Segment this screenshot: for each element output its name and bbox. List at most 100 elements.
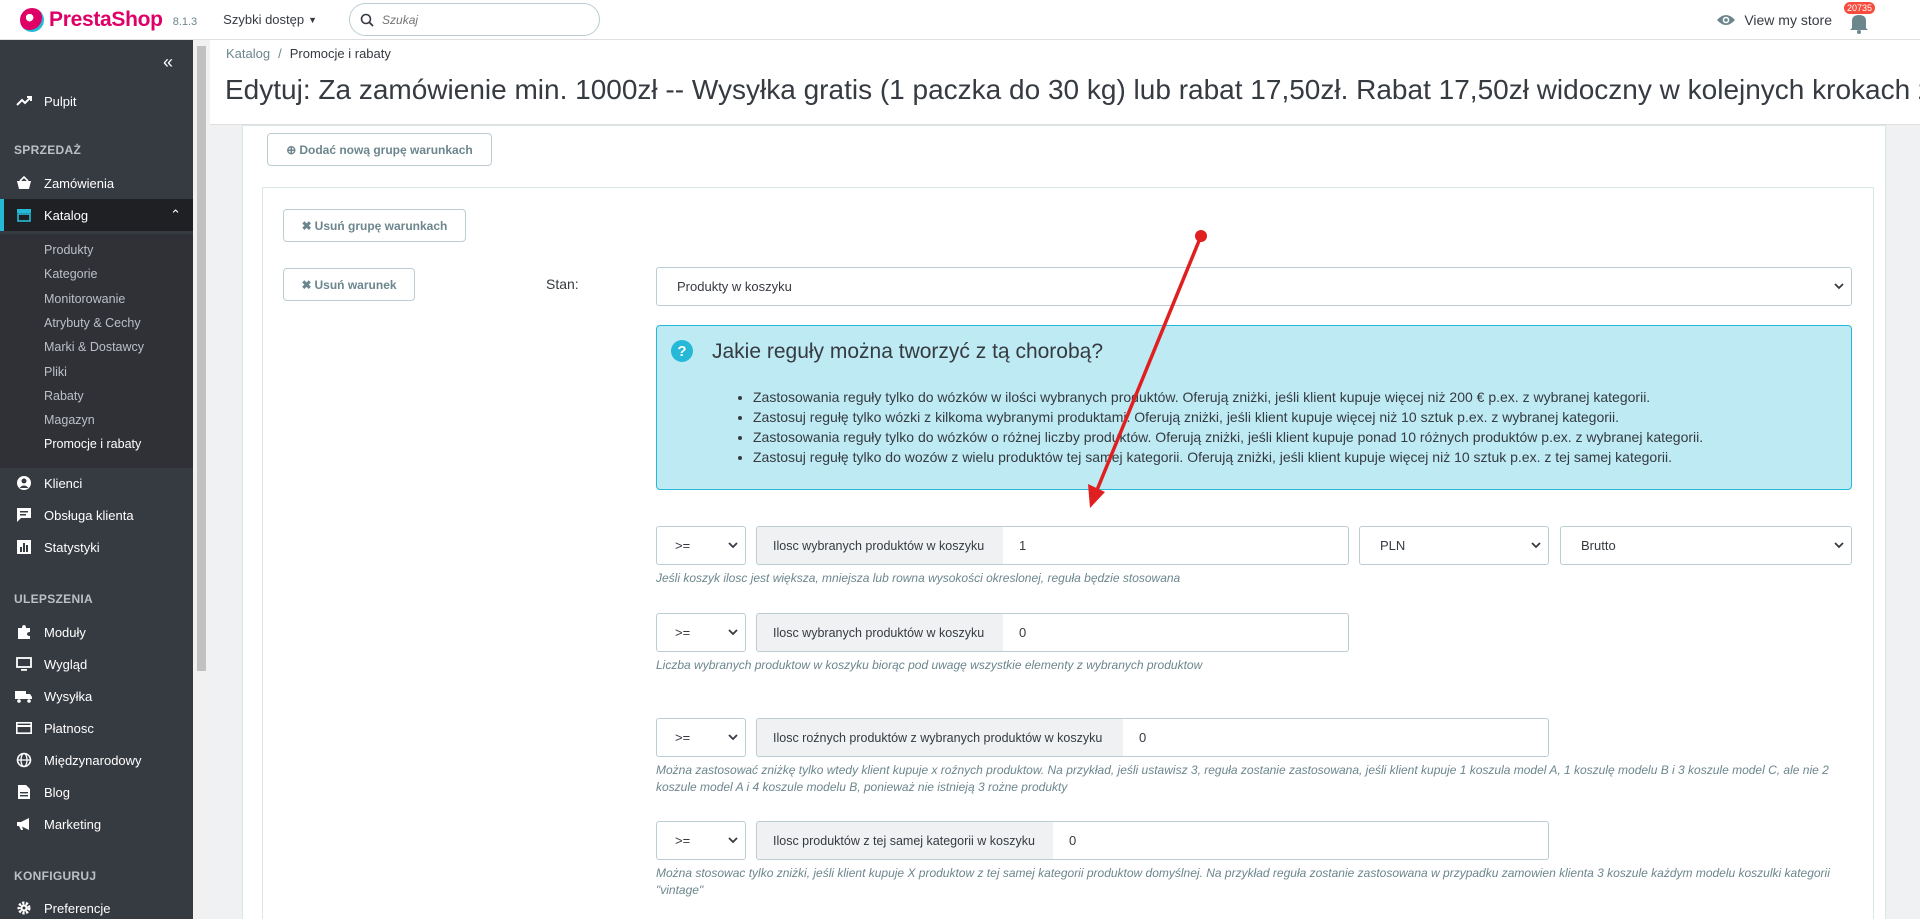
select-value: Produkty w koszyku — [677, 279, 792, 294]
rule-label-3: Ilosc roźnych produktów z wybranych prod… — [756, 718, 1124, 757]
sidebar-item-label: Blog — [44, 784, 71, 800]
submenu-item-monitoring[interactable]: Monitorowanie — [44, 292, 125, 306]
sidebar-item-modules[interactable]: Moduły — [0, 616, 193, 648]
chevron-down-icon — [1833, 539, 1845, 554]
version-label: 8.1.3 — [172, 15, 198, 28]
chevron-down-icon — [727, 731, 739, 746]
search-input[interactable] — [382, 12, 573, 27]
currency-select[interactable]: PLN — [1359, 526, 1549, 565]
select-value: >= — [675, 833, 691, 848]
breadcrumb-item-catalog[interactable]: Katalog — [226, 46, 270, 61]
breadcrumb-item-current: Promocje i rabaty — [289, 46, 391, 61]
sidebar-scrollbar[interactable] — [193, 40, 210, 919]
prestashop-logo[interactable]: PrestaShop 8.1.3 — [20, 7, 198, 32]
view-store-link[interactable]: View my store — [1716, 12, 1832, 28]
plus-circle-icon: ⊕ — [286, 142, 297, 157]
submenu-item-cart-rules[interactable]: Promocje i rabaty — [44, 437, 141, 451]
operator-select-2[interactable]: >= — [656, 613, 746, 652]
submenu-item-products[interactable]: Produkty — [44, 243, 93, 257]
info-list-item: Zastosowania reguły tylko do wózków o ró… — [753, 427, 1703, 447]
chevron-down-icon — [1833, 280, 1845, 295]
select-value: >= — [675, 730, 691, 745]
add-condition-group-button[interactable]: ⊕ Dodać nową grupę warunkach — [267, 133, 492, 166]
sidebar-item-label: Marketing — [44, 816, 102, 832]
sidebar-item-label: Obsługa klienta — [44, 507, 134, 523]
sidebar-item-label: Wysyłka — [44, 688, 93, 704]
card-icon — [16, 722, 32, 734]
submenu-item-attributes[interactable]: Atrybuty & Cechy — [44, 316, 141, 330]
operator-select-1[interactable]: >= — [656, 526, 746, 565]
rule-help-1: Jeśli koszyk ilosc jest większa, mniejsz… — [656, 571, 1181, 585]
chat-icon — [17, 508, 31, 522]
remove-condition-button[interactable]: ✖ Usuń warunek — [283, 268, 415, 301]
caret-down-icon: ▼ — [308, 14, 318, 25]
select-value: >= — [675, 625, 691, 640]
section-improve: ULEPSZENIA — [14, 592, 94, 606]
collapse-sidebar-icon[interactable]: « — [163, 52, 173, 73]
submenu-item-discounts[interactable]: Rabaty — [44, 389, 84, 403]
select-value: >= — [675, 538, 691, 553]
submenu-item-stock[interactable]: Magazyn — [44, 413, 95, 427]
sidebar-item-dashboard[interactable]: Pulpit — [0, 85, 193, 117]
sidebar-item-label: Klienci — [44, 475, 83, 491]
rule-value-input-3[interactable]: 0 — [1123, 718, 1549, 757]
sidebar-item-label: Pulpit — [44, 93, 77, 109]
breadcrumb: Katalog / Promocje i rabaty — [226, 46, 391, 61]
section-configure: KONFIGURUJ — [14, 869, 97, 883]
sidebar-item-payment[interactable]: Płatnosc — [0, 712, 193, 744]
notifications-button[interactable]: 20735 — [1844, 2, 1876, 34]
chevron-down-icon — [727, 539, 739, 554]
blog-icon — [18, 785, 30, 799]
info-list-item: Zastosuj regułę tylko do wozów z wielu p… — [753, 447, 1703, 467]
chevron-down-icon — [727, 626, 739, 641]
tax-select[interactable]: Brutto — [1560, 526, 1852, 565]
sidebar-item-shipping[interactable]: Wysyłka — [0, 680, 193, 712]
select-value: PLN — [1380, 538, 1406, 553]
rule-help-3: Można zastosować zniżkę tylko wtedy klie… — [656, 763, 1829, 794]
condition-type-select[interactable]: Produkty w koszyku — [656, 267, 1852, 306]
sidebar-item-label: Statystyki — [44, 539, 100, 555]
sidebar-item-design[interactable]: Wygląd — [0, 648, 193, 680]
bell-icon — [1850, 15, 1868, 34]
rule-label-2: Ilosc wybranych produktów w koszyku — [756, 613, 1004, 652]
basket-icon — [17, 176, 31, 189]
sidebar-item-orders[interactable]: Zamówienia — [0, 167, 193, 199]
submenu-item-brands[interactable]: Marki & Dostawcy — [44, 340, 144, 354]
search-icon — [360, 13, 374, 27]
sidebar-item-marketing[interactable]: Marketing — [0, 808, 193, 840]
sidebar-item-blog[interactable]: Blog — [0, 776, 193, 808]
submenu-item-categories[interactable]: Kategorie — [44, 267, 98, 281]
operator-select-4[interactable]: >= — [656, 821, 746, 860]
brand-name: PrestaShop — [49, 7, 163, 31]
globe-icon — [16, 752, 32, 768]
trending-up-icon — [16, 96, 32, 106]
sidebar-item-customer-service[interactable]: Obsługa klienta — [0, 499, 193, 531]
submenu-item-files[interactable]: Pliki — [44, 365, 67, 379]
operator-select-3[interactable]: >= — [656, 718, 746, 757]
monitor-icon — [16, 657, 32, 671]
sidebar-item-label: Katalog — [44, 207, 89, 223]
rule-value-input-4[interactable]: 0 — [1053, 821, 1549, 860]
user-icon — [17, 476, 31, 490]
rule-value-input-2[interactable]: 0 — [1003, 613, 1349, 652]
rule-label-4: Ilosc produktów z tej samej kategorii w … — [756, 821, 1054, 860]
sidebar-item-label: Płatnosc — [44, 720, 94, 736]
eye-icon — [1717, 15, 1736, 25]
sidebar-item-stats[interactable]: Statystyki — [0, 531, 193, 563]
sidebar-item-label: Zamówienia — [44, 175, 115, 191]
remove-condition-group-button[interactable]: ✖ Usuń grupę warunkach — [283, 209, 466, 242]
info-list: Zastosowania reguły tylko do wózków w il… — [753, 387, 1703, 467]
sidebar-item-customers[interactable]: Klienci — [0, 467, 193, 499]
chevron-down-icon — [1530, 539, 1542, 554]
section-sales: SPRZEDAŻ — [14, 143, 82, 157]
rule-help-2: Liczba wybranych produktow w koszyku bio… — [656, 658, 1203, 672]
search-box[interactable] — [349, 3, 601, 36]
quick-access-menu[interactable]: Szybki dostęp ▼ — [223, 12, 317, 27]
sidebar-item-preferences[interactable]: Preferencje — [0, 892, 193, 919]
rule-value-input-1[interactable]: 1 — [1003, 526, 1349, 565]
sidebar-item-catalog[interactable]: Katalog ⌃ — [0, 199, 193, 231]
gear-icon — [17, 901, 31, 915]
sidebar-item-international[interactable]: Międzynarodowy — [0, 744, 193, 776]
button-label: Usuń grupę warunkach — [314, 218, 448, 233]
scrollbar-thumb[interactable] — [197, 46, 206, 671]
